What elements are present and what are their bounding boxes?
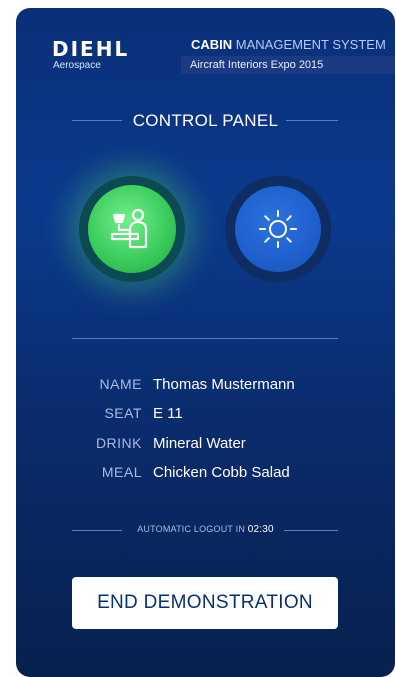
sun-icon [259, 210, 297, 248]
name-label: NAME [99, 376, 142, 392]
drink-label: DRINK [95, 435, 142, 451]
cabin-control-panel: DIEHL Aerospace CABIN MANAGEMENT SYSTEM … [16, 8, 395, 677]
system-title-bold: CABIN [191, 37, 233, 52]
drink-value: Mineral Water [153, 435, 246, 452]
reading-light-button[interactable] [235, 186, 321, 272]
attendant-call-button[interactable] [88, 185, 176, 273]
event-name: Aircraft Interiors Expo 2015 [190, 59, 324, 71]
info-row-seat: SEAT E 11 [16, 405, 395, 427]
automatic-logout: AUTOMATIC LOGOUT IN 02:30 [16, 524, 395, 535]
system-title: CABIN MANAGEMENT SYSTEM [191, 38, 386, 52]
meal-value: Chicken Cobb Salad [153, 464, 290, 481]
info-row-meal: MEAL Chicken Cobb Salad [16, 464, 395, 486]
system-title-light: MANAGEMENT SYSTEM [235, 37, 386, 52]
logout-timer: 02:30 [247, 524, 274, 535]
seat-label: SEAT [104, 405, 142, 421]
logout-label: AUTOMATIC LOGOUT IN [137, 524, 246, 534]
diehl-logo: DIEHL [52, 37, 130, 61]
section-divider [72, 338, 338, 339]
end-demonstration-button[interactable]: END DEMONSTRATION [72, 577, 338, 629]
diehl-logo-subtitle: Aerospace [53, 60, 101, 71]
name-value: Thomas Mustermann [153, 376, 295, 393]
info-row-drink: DRINK Mineral Water [16, 435, 395, 457]
meal-label: MEAL [101, 464, 142, 480]
control-panel-title: CONTROL PANEL [132, 111, 279, 130]
info-row-name: NAME Thomas Mustermann [16, 376, 395, 398]
attendant-call-icon [110, 208, 148, 249]
seat-value: E 11 [153, 405, 183, 422]
